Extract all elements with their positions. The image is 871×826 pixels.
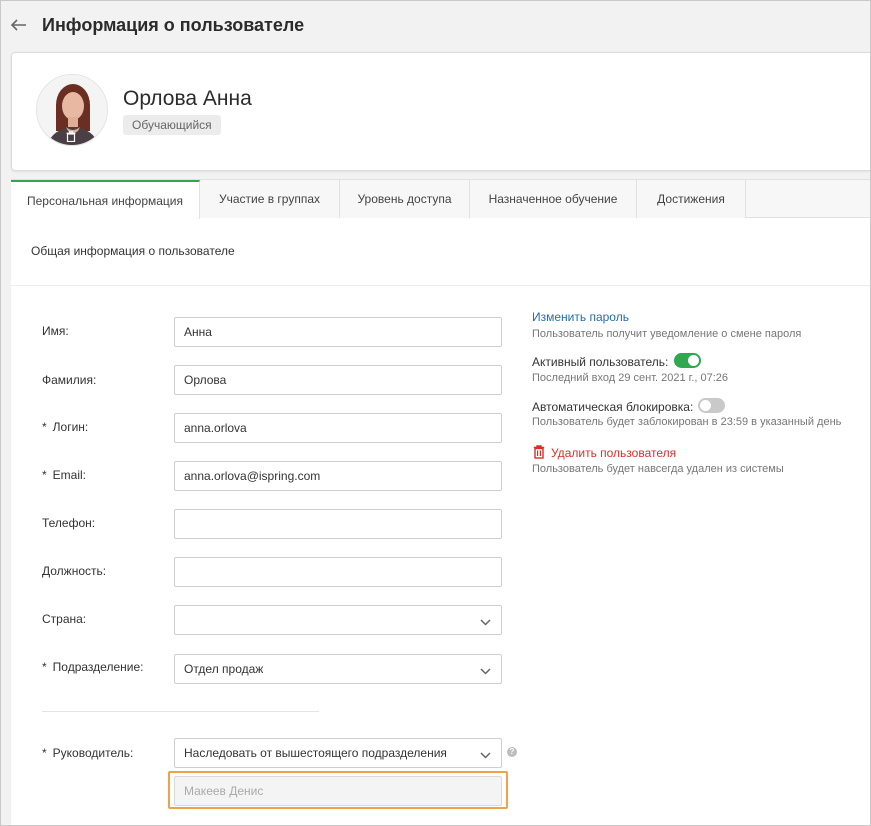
email-label: * Email:	[42, 468, 87, 482]
email-value: anna.orlova@ispring.com	[184, 469, 321, 483]
position-label: Должность:	[42, 564, 107, 578]
page-header: Информация о пользователе	[1, 1, 870, 51]
email-field[interactable]: anna.orlova@ispring.com	[174, 461, 502, 491]
change-password-link[interactable]: Изменить пароль	[532, 310, 629, 324]
active-user-toggle[interactable]	[674, 353, 701, 368]
phone-field[interactable]	[174, 509, 502, 539]
phone-label: Телефон:	[42, 516, 96, 530]
manager-value: Наследовать от вышестоящего подразделени…	[184, 746, 447, 760]
country-select[interactable]	[174, 605, 502, 635]
tab-achievements[interactable]: Достижения	[637, 180, 746, 218]
form-divider	[42, 711, 319, 712]
login-value: anna.orlova	[184, 421, 247, 435]
active-user-label: Активный пользователь:	[532, 355, 669, 369]
manager-select[interactable]: Наследовать от вышестоящего подразделени…	[174, 738, 502, 768]
position-field[interactable]	[174, 557, 502, 587]
app-window: Информация о пользователе Орлова Анна Об…	[0, 0, 871, 826]
first-name-value: Анна	[184, 325, 212, 339]
role-badge: Обучающийся	[123, 115, 221, 135]
required-mark: *	[42, 468, 47, 482]
auto-block-toggle[interactable]	[698, 398, 725, 413]
required-mark: *	[42, 746, 47, 760]
help-icon[interactable]: ?	[507, 747, 517, 757]
auto-block-note: Пользователь будет заблокирован в 23:59 …	[532, 416, 842, 428]
back-arrow-icon[interactable]	[10, 15, 28, 35]
login-field[interactable]: anna.orlova	[174, 413, 502, 443]
tab-access-level[interactable]: Уровень доступа	[340, 180, 470, 218]
first-name-field[interactable]: Анна	[174, 317, 502, 347]
chevron-down-icon	[480, 748, 491, 762]
inherited-manager-value: Макеев Денис	[184, 784, 264, 798]
required-mark: *	[42, 420, 47, 434]
tab-bar: Персональная информация Участие в группа…	[11, 180, 870, 219]
profile-card: Орлова Анна Обучающийся	[11, 52, 870, 171]
delete-photo-icon[interactable]	[64, 129, 78, 143]
tab-personal-info[interactable]: Персональная информация	[11, 180, 200, 219]
trash-icon[interactable]	[533, 445, 545, 459]
manager-label: * Руководитель:	[42, 746, 134, 760]
first-name-label: Имя:	[42, 324, 69, 338]
section-divider	[11, 285, 870, 286]
auto-block-label: Автоматическая блокировка:	[532, 400, 694, 414]
section-title: Общая информация о пользователе	[31, 244, 235, 258]
chevron-down-icon	[480, 664, 491, 678]
required-mark: *	[42, 660, 47, 674]
department-value: Отдел продаж	[184, 662, 264, 676]
inherited-manager-field: Макеев Денис	[174, 776, 502, 806]
last-login-note: Последний вход 29 сент. 2021 г., 07:26	[532, 372, 729, 384]
page-title: Информация о пользователе	[42, 15, 305, 35]
last-name-label: Фамилия:	[42, 373, 97, 387]
department-label: * Подразделение:	[42, 660, 144, 674]
login-label: * Логин:	[42, 420, 89, 434]
last-name-field[interactable]: Орлова	[174, 365, 502, 395]
country-label: Страна:	[42, 612, 87, 626]
last-name-value: Орлова	[184, 373, 227, 387]
tab-groups[interactable]: Участие в группах	[200, 180, 340, 218]
user-details-panel: Персональная информация Участие в группа…	[11, 179, 870, 825]
chevron-down-icon	[480, 615, 491, 629]
delete-user-link[interactable]: Удалить пользователя	[551, 446, 676, 460]
user-name: Орлова Анна	[123, 87, 252, 110]
change-password-note: Пользователь получит уведомление о смене…	[532, 328, 802, 340]
tab-assigned-training[interactable]: Назначенное обучение	[470, 180, 637, 218]
department-select[interactable]: Отдел продаж	[174, 654, 502, 684]
delete-user-note: Пользователь будет навсегда удален из си…	[532, 463, 784, 475]
